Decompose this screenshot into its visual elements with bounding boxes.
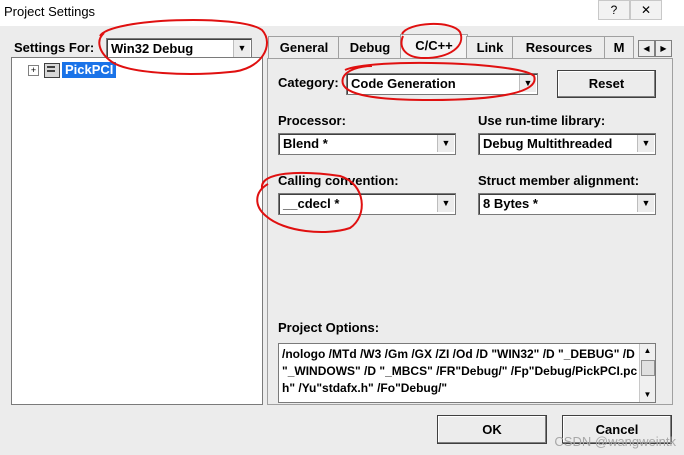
category-combo[interactable]: Code Generation ▼ xyxy=(346,73,538,95)
expand-icon[interactable]: + xyxy=(28,65,39,76)
processor-label: Processor: xyxy=(278,113,346,128)
chevron-down-icon[interactable]: ▼ xyxy=(637,195,654,212)
chevron-down-icon[interactable]: ▼ xyxy=(637,135,654,152)
project-tree[interactable]: + PickPCI xyxy=(11,57,263,405)
settings-for-label: Settings For: xyxy=(14,40,95,55)
struct-alignment-label: Struct member alignment: xyxy=(478,173,640,188)
chevron-down-icon[interactable]: ▼ xyxy=(519,75,536,92)
scroll-thumb[interactable] xyxy=(641,360,655,376)
tree-item-pickpci[interactable]: PickPCI xyxy=(62,62,117,78)
struct-alignment-value: 8 Bytes * xyxy=(483,196,538,211)
calling-convention-value: __cdecl * xyxy=(283,196,340,211)
calling-convention-label: Calling convention: xyxy=(278,173,399,188)
project-options-label: Project Options: xyxy=(278,320,380,335)
options-scrollbar[interactable]: ▲ ▼ xyxy=(639,344,655,402)
runtime-library-label: Use run-time library: xyxy=(478,113,606,128)
tab-more[interactable]: M xyxy=(604,36,634,58)
project-icon xyxy=(44,63,60,78)
chevron-down-icon[interactable]: ▼ xyxy=(437,135,454,152)
tab-resources[interactable]: Resources xyxy=(512,36,606,58)
struct-alignment-combo[interactable]: 8 Bytes * ▼ xyxy=(478,193,656,215)
title-bar-buttons: ? ✕ xyxy=(598,0,684,20)
ok-button[interactable]: OK xyxy=(437,415,547,444)
runtime-library-value: Debug Multithreaded xyxy=(483,136,613,151)
close-icon[interactable]: ✕ xyxy=(630,0,662,20)
tab-debug[interactable]: Debug xyxy=(338,36,402,58)
help-button[interactable]: ? xyxy=(598,0,630,20)
tab-general[interactable]: General xyxy=(268,36,340,58)
scroll-up-icon[interactable]: ▲ xyxy=(640,344,655,358)
window-title: Project Settings xyxy=(4,4,96,19)
settings-for-value: Win32 Debug xyxy=(111,41,194,56)
project-options-text: /nologo /MTd /W3 /Gm /GX /ZI /Od /D "WIN… xyxy=(282,347,638,395)
tab-c-cpp[interactable]: C/C++ xyxy=(400,34,468,59)
project-options-textarea[interactable]: /nologo /MTd /W3 /Gm /GX /ZI /Od /D "WIN… xyxy=(278,343,656,403)
runtime-library-combo[interactable]: Debug Multithreaded ▼ xyxy=(478,133,656,155)
category-label: Category: xyxy=(278,75,339,90)
processor-value: Blend * xyxy=(283,136,328,151)
chevron-down-icon[interactable]: ▼ xyxy=(233,40,250,57)
category-value: Code Generation xyxy=(351,76,456,91)
watermark: CSDN @wangweintk xyxy=(554,434,676,449)
tab-link[interactable]: Link xyxy=(466,36,514,58)
chevron-down-icon[interactable]: ▼ xyxy=(437,195,454,212)
processor-combo[interactable]: Blend * ▼ xyxy=(278,133,456,155)
reset-button[interactable]: Reset xyxy=(557,70,656,98)
tab-scroll-left-icon[interactable]: ◀ xyxy=(638,40,655,57)
scroll-down-icon[interactable]: ▼ xyxy=(640,388,655,402)
calling-convention-combo[interactable]: __cdecl * ▼ xyxy=(278,193,456,215)
window-title-bar: Project Settings ? ✕ xyxy=(0,0,684,26)
tab-scroll-right-icon[interactable]: ▶ xyxy=(655,40,672,57)
